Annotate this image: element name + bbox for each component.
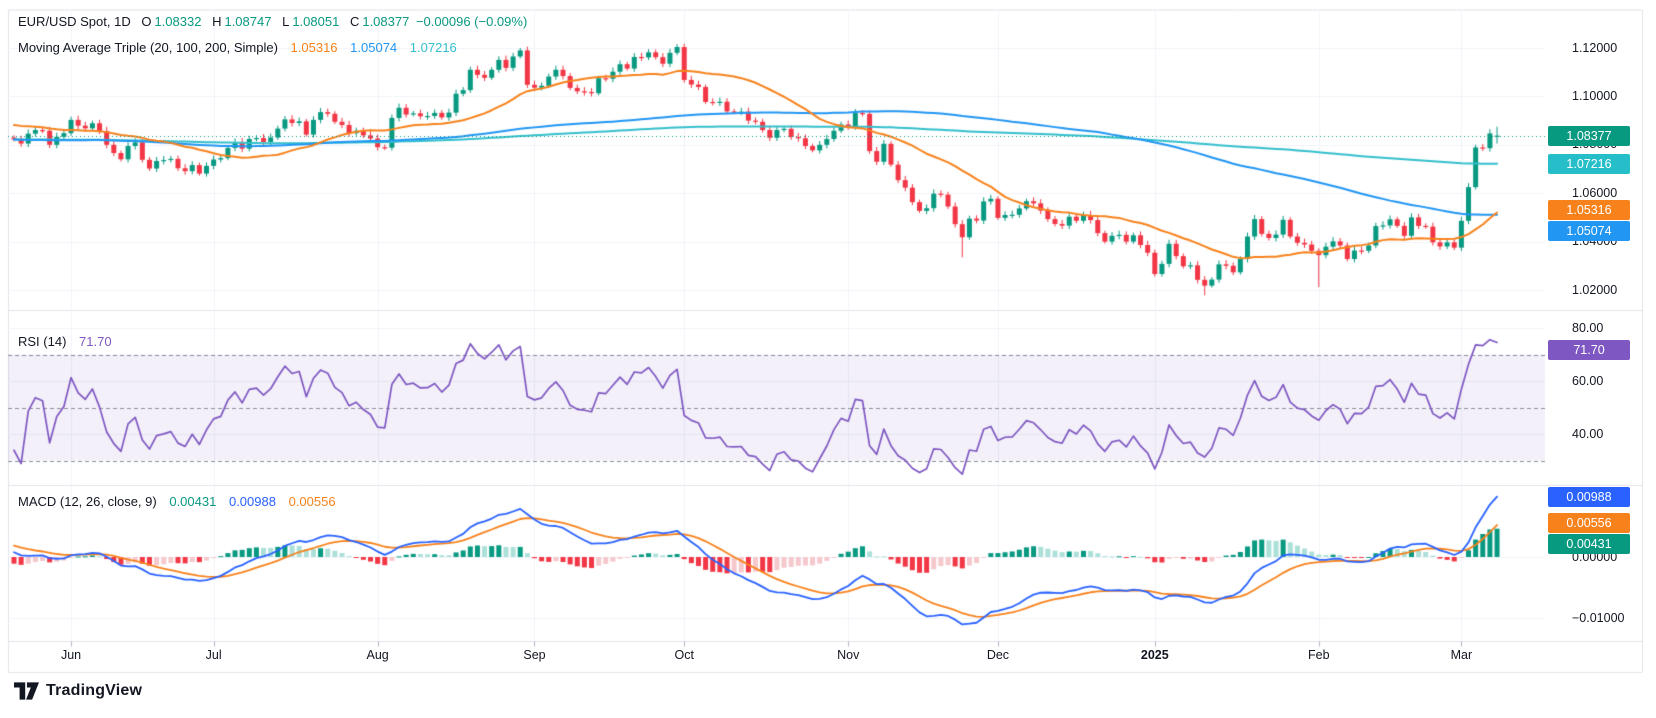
macd-badge: 0.00431: [1548, 534, 1630, 554]
macd-badge: 0.00988: [1548, 487, 1630, 507]
ma100-value: 1.05074: [350, 40, 397, 55]
tradingview-logo-icon: [14, 682, 39, 700]
low-value: 1.08051: [292, 14, 339, 29]
month-label: Feb: [1308, 648, 1330, 662]
rsi-legend[interactable]: RSI (14) 71.70: [18, 334, 112, 349]
macd-badge: 0.00556: [1548, 513, 1630, 533]
close-value: 1.08377: [362, 14, 409, 29]
change-value: −0.00096 (−0.09%): [416, 14, 527, 29]
price-badge: 1.07216: [1548, 154, 1630, 174]
price-axis-label: 1.02000: [1572, 283, 1617, 298]
rsi-axis-label: 80.00: [1572, 321, 1603, 336]
macd-legend-title: MACD (12, 26, close, 9): [18, 494, 157, 509]
open-label: O: [141, 14, 151, 29]
price-axis-label: 1.12000: [1572, 41, 1617, 56]
rsi-axis-label: 60.00: [1572, 374, 1603, 389]
rsi-badge: 71.70: [1548, 340, 1630, 360]
symbol-legend[interactable]: EUR/USD Spot, 1D O1.08332 H1.08747 L1.08…: [18, 14, 527, 29]
rsi-axis-label: 40.00: [1572, 427, 1603, 442]
price-badge: 1.05316: [1548, 200, 1630, 220]
month-label: Jul: [206, 648, 222, 662]
low-label: L: [282, 14, 289, 29]
open-value: 1.08332: [154, 14, 201, 29]
tradingview-logo-text: TradingView: [46, 682, 142, 700]
month-label: Aug: [367, 648, 389, 662]
ma-legend-title: Moving Average Triple (20, 100, 200, Sim…: [18, 40, 278, 55]
month-label: Jun: [61, 648, 81, 662]
macd-hist-value: 0.00431: [169, 494, 216, 509]
chart-root: EUR/USD Spot, 1D O1.08332 H1.08747 L1.08…: [0, 0, 1656, 718]
month-label: Mar: [1451, 648, 1473, 662]
month-label: Oct: [674, 648, 693, 662]
price-chart-canvas[interactable]: [0, 0, 1656, 718]
high-value: 1.08747: [224, 14, 271, 29]
rsi-legend-title: RSI (14): [18, 334, 66, 349]
close-label: C: [350, 14, 359, 29]
tradingview-logo[interactable]: TradingView: [14, 682, 142, 700]
macd-signal-value: 0.00556: [289, 494, 336, 509]
macd-legend[interactable]: MACD (12, 26, close, 9) 0.00431 0.00988 …: [18, 494, 336, 509]
month-label: Sep: [523, 648, 545, 662]
macd-axis-label: −0.01000: [1572, 611, 1624, 626]
macd-line-value: 0.00988: [229, 494, 276, 509]
price-badge: 1.05074: [1548, 221, 1630, 241]
price-axis-label: 1.10000: [1572, 89, 1617, 104]
symbol-title: EUR/USD Spot, 1D: [18, 14, 131, 29]
price-badge: 1.08377: [1548, 126, 1630, 146]
ma20-value: 1.05316: [291, 40, 338, 55]
ma200-value: 1.07216: [410, 40, 457, 55]
rsi-value: 71.70: [79, 334, 112, 349]
high-label: H: [212, 14, 221, 29]
ma-triple-legend[interactable]: Moving Average Triple (20, 100, 200, Sim…: [18, 40, 457, 55]
month-label: Nov: [837, 648, 859, 662]
price-axis-label: 1.06000: [1572, 186, 1617, 201]
month-label: Dec: [987, 648, 1009, 662]
month-label: 2025: [1141, 648, 1169, 662]
